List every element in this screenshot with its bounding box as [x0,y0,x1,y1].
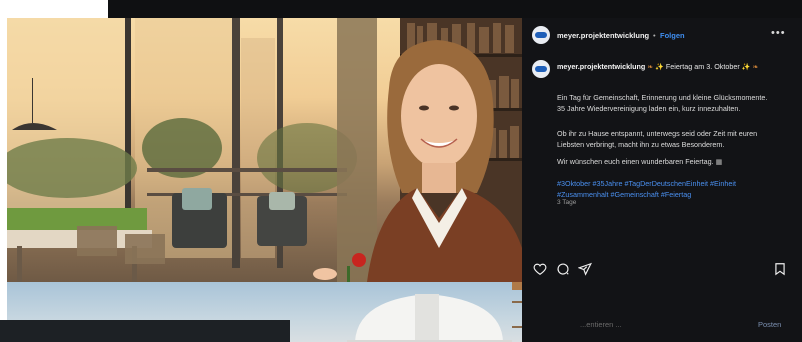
caption-username[interactable]: meyer.projektentwicklung [557,62,645,71]
dark-bottom-bar [0,320,290,342]
post-sidebar: meyer.projektentwicklung • Folgen ••• me… [522,18,802,342]
post-image-illustration [7,18,522,282]
caption-title: Feiertag am 3. Oktober [665,62,740,71]
follow-button[interactable]: Folgen [660,31,685,40]
sparkles-emoji-icon: ✨ [741,64,751,71]
share-icon[interactable] [577,262,592,276]
sparkles-emoji-icon: ✨ [655,64,664,71]
caption-closing: Wir wünschen euch einen wunderbaren Feie… [557,157,714,166]
header-avatar[interactable] [532,26,550,44]
header-separator: • [653,31,656,40]
avatar-logo-icon [535,32,547,38]
post-timestamp[interactable]: 3 Tage [557,199,576,206]
caption-paragraph: Ein Tag für Gemeinschaft, Erinnerung und… [557,93,768,113]
comment-input[interactable]: ...entieren ... [580,320,622,329]
heart-icon[interactable] [533,262,547,276]
top-dark-strip [108,0,802,18]
leaves-emoji-icon: ❧ [752,64,759,71]
hashtags[interactable]: #3Oktober #35Jahre #TagDerDeutschenEinhe… [557,178,772,200]
post-comment-button[interactable]: Posten [758,320,781,329]
more-options-icon[interactable]: ••• [771,27,786,39]
avatar-logo-icon [535,66,547,72]
caption-avatar[interactable] [532,60,550,78]
post-image[interactable] [7,18,522,282]
comment-icon[interactable] [556,262,570,276]
calendar-emoji-icon: ▦ [715,157,723,166]
bookmark-icon[interactable] [773,262,787,276]
caption-paragraph: Ob ihr zu Hause entspannt, unterwegs sei… [557,129,758,149]
leaves-emoji-icon: ❧ [647,64,654,71]
header-username[interactable]: meyer.projektentwicklung [557,31,649,40]
caption-paragraph: Wir wünschen euch einen wunderbaren Feie… [557,156,772,167]
caption-heading: meyer.projektentwicklung ❧ ✨ Feiertag am… [557,61,797,73]
